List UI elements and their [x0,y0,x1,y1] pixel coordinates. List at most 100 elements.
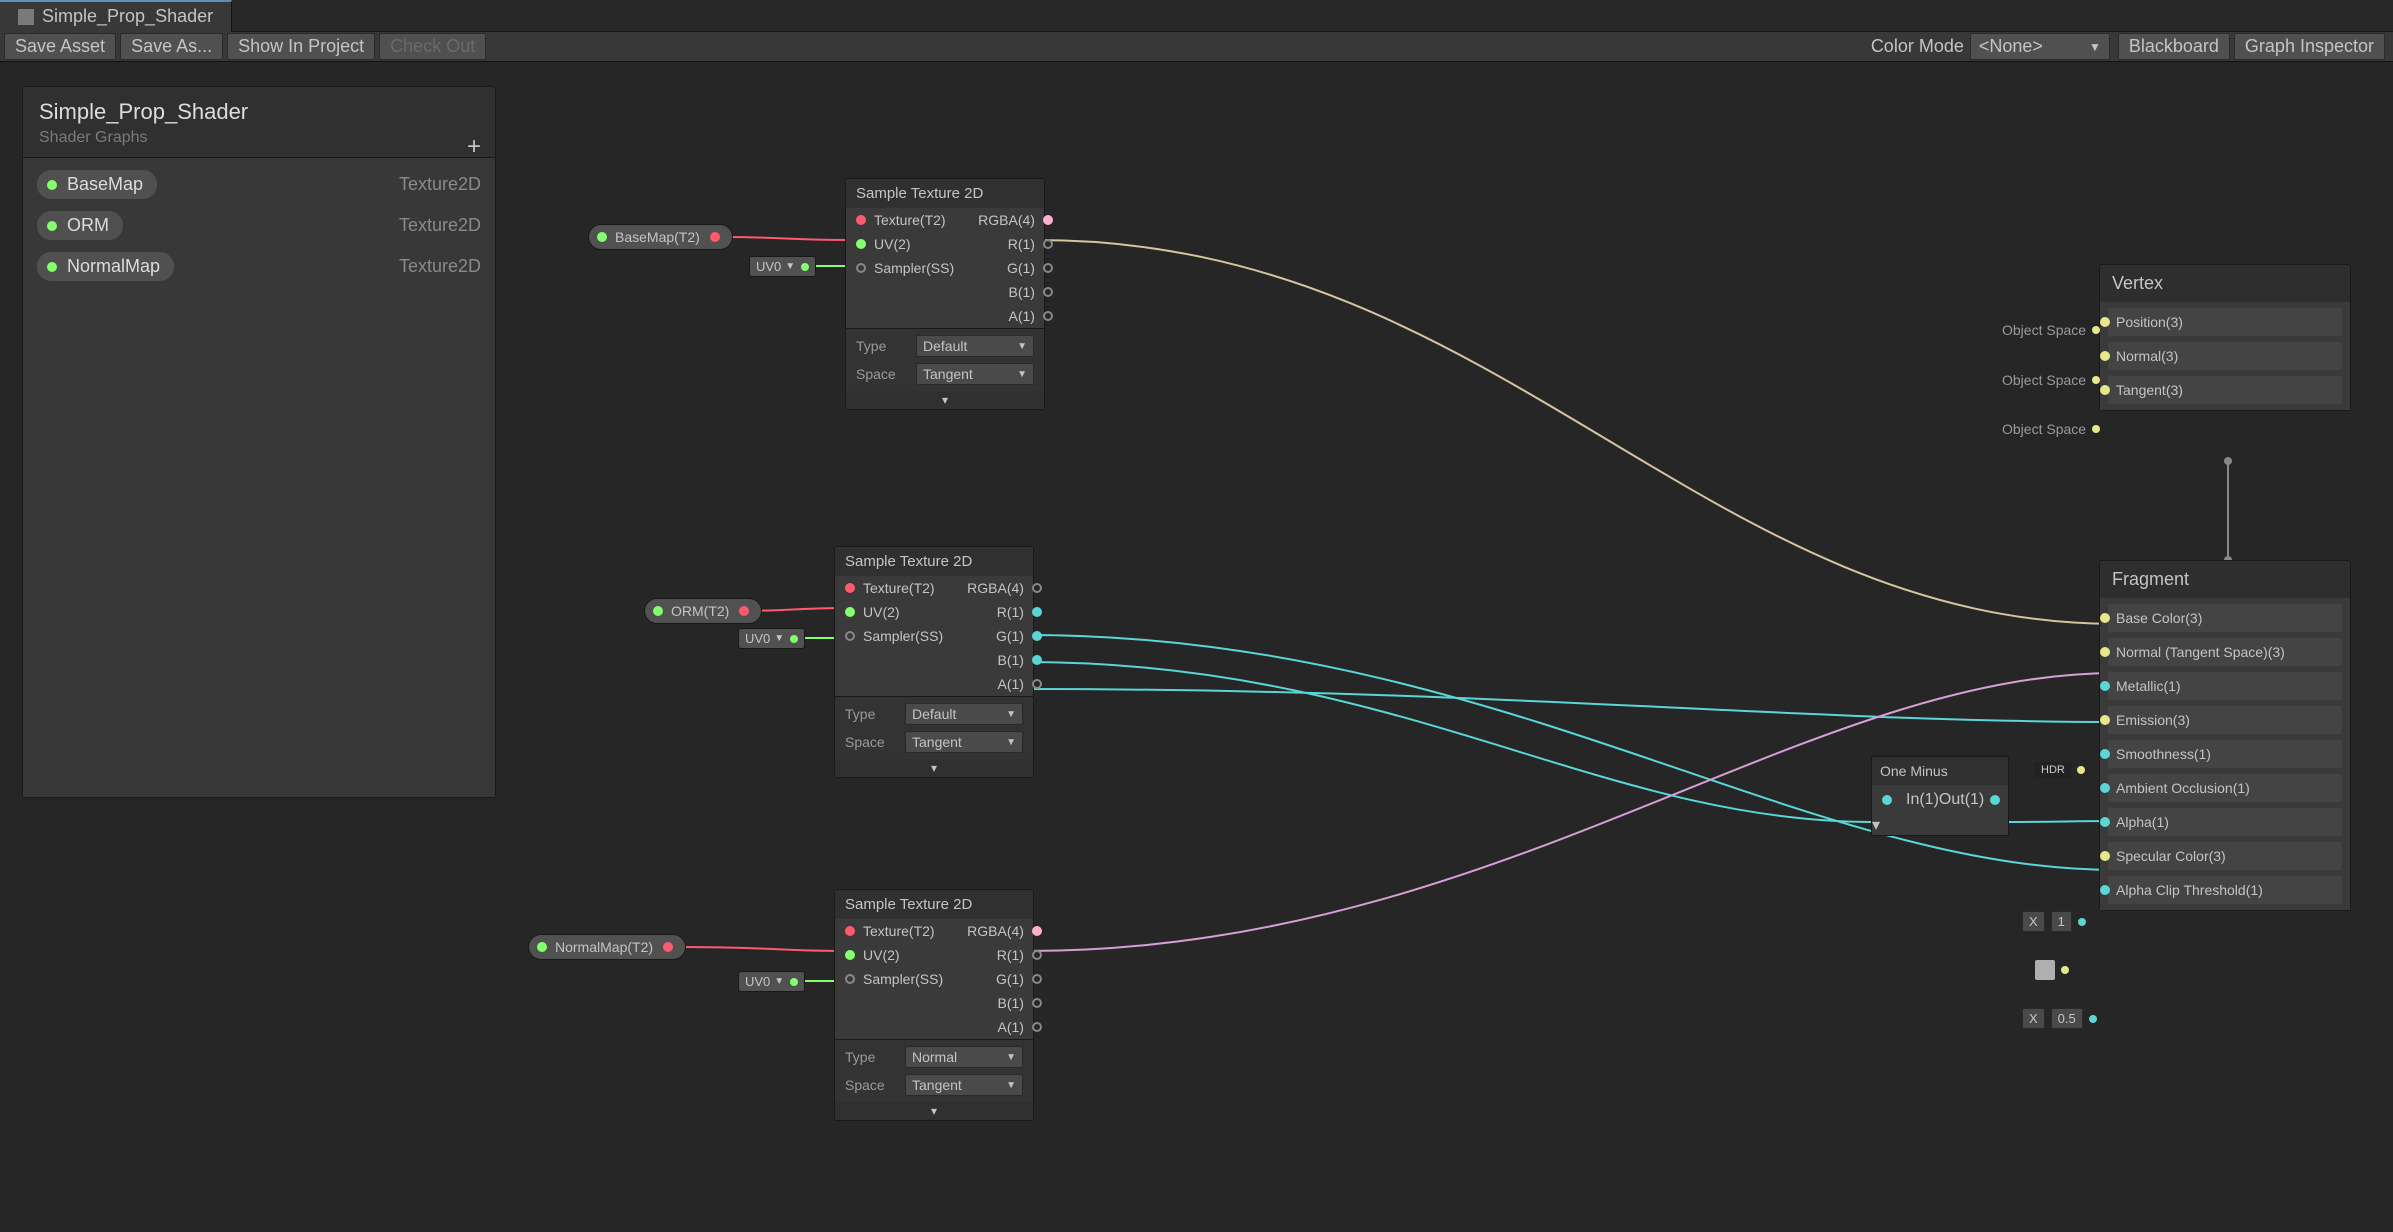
sample-type-dropdown[interactable]: Normal▼ [905,1046,1023,1068]
blackboard-property-row[interactable]: ORM Texture2D [37,211,481,240]
output-port-g[interactable] [1043,263,1053,273]
property-node-normalmap[interactable]: NormalMap(T2) [528,934,686,960]
property-drag-port[interactable] [653,606,663,616]
hdr-color-default[interactable]: HDR [2035,762,2085,778]
sample-texture-2d-node[interactable]: Sample Texture 2D Texture(T2) UV(2) Samp… [834,889,1034,1121]
output-port-a[interactable] [1032,679,1042,689]
input-port-in[interactable] [1882,795,1892,805]
stack-block-normal[interactable]: Normal(3) [2108,342,2342,370]
preview-toggle[interactable]: ▾ [1872,815,2008,835]
save-asset-button[interactable]: Save Asset [4,33,116,60]
input-port-texture[interactable] [845,926,855,936]
output-port-a[interactable] [1043,311,1053,321]
block-input-port[interactable] [2100,885,2110,895]
preview-toggle[interactable]: ▾ [835,759,1033,777]
graph-inspector-toggle-button[interactable]: Graph Inspector [2234,33,2385,60]
output-port-g[interactable] [1032,631,1042,641]
output-port-b[interactable] [1043,287,1053,297]
tab-active[interactable]: Simple_Prop_Shader [0,0,232,32]
stack-block-specular-color[interactable]: Specular Color(3) [2108,842,2342,870]
uv-channel-dropdown[interactable]: UV0▼ [738,971,805,992]
property-output-port[interactable] [710,232,720,242]
output-port-b[interactable] [1032,998,1042,1008]
stack-block-emission[interactable]: Emission(3) [2108,706,2342,734]
show-in-project-button[interactable]: Show In Project [227,33,375,60]
input-port-texture[interactable] [856,215,866,225]
input-port-sampler[interactable] [845,974,855,984]
output-port-out[interactable] [1990,795,2000,805]
property-output-port[interactable] [739,606,749,616]
input-port-sampler[interactable] [856,263,866,273]
property-drag-port[interactable] [537,942,547,952]
color-mode-dropdown[interactable]: <None>▼ [1970,33,2110,60]
block-input-port[interactable] [2100,749,2110,759]
block-input-port[interactable] [2100,681,2110,691]
block-input-port[interactable] [2100,351,2110,361]
blackboard-property-row[interactable]: NormalMap Texture2D [37,252,481,281]
property-output-port[interactable] [663,942,673,952]
property-drag-port[interactable] [597,232,607,242]
graph-surface[interactable]: Simple_Prop_Shader Shader Graphs + BaseM… [0,62,2393,1232]
input-port-uv[interactable] [845,950,855,960]
sample-texture-2d-node[interactable]: Sample Texture 2D Texture(T2) UV(2) Samp… [845,178,1045,410]
output-port-a[interactable] [1032,1022,1042,1032]
block-default-label: Object Space [2002,372,2100,388]
output-port-rgba[interactable] [1032,926,1042,936]
sample-space-dropdown[interactable]: Tangent▼ [905,1074,1023,1096]
preview-toggle[interactable]: ▾ [846,391,1044,409]
stack-block-basecolor[interactable]: Base Color(3) [2108,604,2342,632]
vertex-stack[interactable]: Vertex Position(3) Normal(3) Tangent(3) [2099,264,2351,411]
fragment-stack[interactable]: Fragment Base Color(3) Normal (Tangent S… [2099,560,2351,911]
alpha-clip-default[interactable]: X0.5 [2022,1008,2097,1029]
sample-space-dropdown[interactable]: Tangent▼ [905,731,1023,753]
block-input-port[interactable] [2100,385,2110,395]
stack-block-normal-ts[interactable]: Normal (Tangent Space)(3) [2108,638,2342,666]
output-port-g[interactable] [1032,974,1042,984]
uv-channel-dropdown[interactable]: UV0▼ [749,256,816,277]
output-port-rgba[interactable] [1043,215,1053,225]
specular-default[interactable] [2035,960,2069,980]
block-input-port[interactable] [2100,613,2110,623]
stack-block-position[interactable]: Position(3) [2108,308,2342,336]
stack-block-smoothness[interactable]: Smoothness(1) [2108,740,2342,768]
property-node-orm[interactable]: ORM(T2) [644,598,762,624]
alpha-default[interactable]: X1 [2022,911,2086,932]
input-port-sampler[interactable] [845,631,855,641]
output-port-r[interactable] [1032,607,1042,617]
uv-output-port[interactable] [790,978,798,986]
color-swatch[interactable] [2035,960,2055,980]
uv-output-port[interactable] [801,263,809,271]
output-port-r[interactable] [1032,950,1042,960]
add-property-button[interactable]: + [467,133,481,161]
stack-block-metallic[interactable]: Metallic(1) [2108,672,2342,700]
block-input-port[interactable] [2100,783,2110,793]
save-as-button[interactable]: Save As... [120,33,223,60]
stack-block-alpha[interactable]: Alpha(1) [2108,808,2342,836]
block-input-port[interactable] [2100,715,2110,725]
blackboard-toggle-button[interactable]: Blackboard [2118,33,2230,60]
blackboard-panel[interactable]: Simple_Prop_Shader Shader Graphs + BaseM… [22,86,496,798]
output-port-r[interactable] [1043,239,1053,249]
stack-block-ambient-occlusion[interactable]: Ambient Occlusion(1) [2108,774,2342,802]
uv-channel-dropdown[interactable]: UV0▼ [738,628,805,649]
block-input-port[interactable] [2100,817,2110,827]
preview-toggle[interactable]: ▾ [835,1102,1033,1120]
input-port-texture[interactable] [845,583,855,593]
uv-output-port[interactable] [790,635,798,643]
stack-block-tangent[interactable]: Tangent(3) [2108,376,2342,404]
input-port-uv[interactable] [845,607,855,617]
sample-type-dropdown[interactable]: Default▼ [905,703,1023,725]
sample-texture-2d-node[interactable]: Sample Texture 2D Texture(T2) UV(2) Samp… [834,546,1034,778]
sample-space-dropdown[interactable]: Tangent▼ [916,363,1034,385]
output-port-b[interactable] [1032,655,1042,665]
block-input-port[interactable] [2100,647,2110,657]
stack-block-alpha-clip[interactable]: Alpha Clip Threshold(1) [2108,876,2342,904]
block-input-port[interactable] [2100,317,2110,327]
property-node-basemap[interactable]: BaseMap(T2) [588,224,733,250]
output-port-rgba[interactable] [1032,583,1042,593]
one-minus-node[interactable]: One Minus In(1) Out(1) ▾ [1871,756,2009,836]
sample-type-dropdown[interactable]: Default▼ [916,335,1034,357]
block-input-port[interactable] [2100,851,2110,861]
input-port-uv[interactable] [856,239,866,249]
blackboard-property-row[interactable]: BaseMap Texture2D [37,170,481,199]
